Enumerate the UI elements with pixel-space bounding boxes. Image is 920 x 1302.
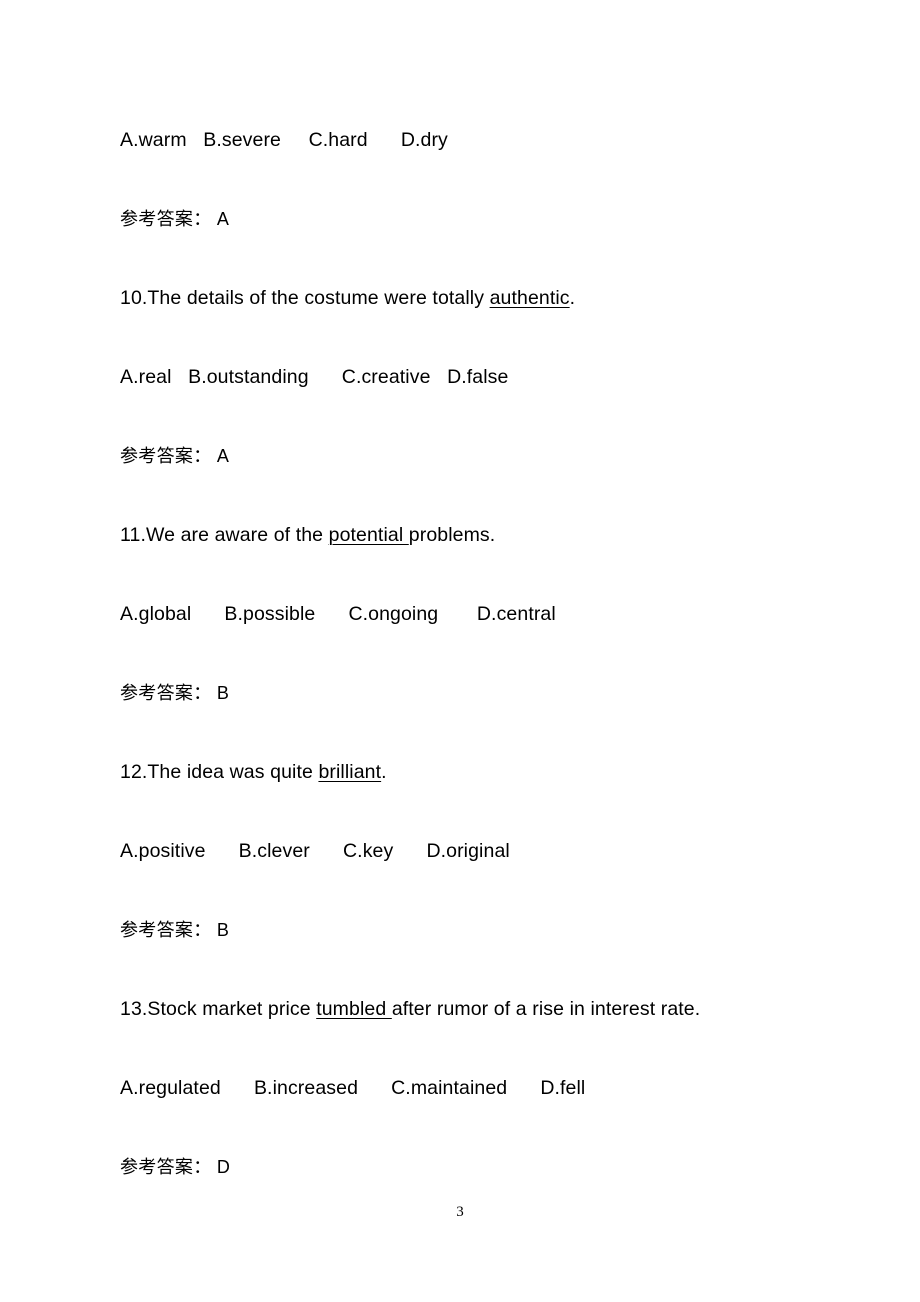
q13-answer: 参考答案： D bbox=[120, 1154, 230, 1180]
page-number: 3 bbox=[456, 1204, 464, 1220]
document-page: A.warm B.severe C.hard D.dry 参考答案： A 10.Th… bbox=[0, 0, 920, 1302]
option-list-text: A.warm B.severe C.hard D.dry bbox=[120, 129, 448, 151]
q12-answer: 参考答案： B bbox=[120, 917, 229, 943]
question-text-after: problems. bbox=[408, 524, 496, 546]
question-number: 10. bbox=[120, 287, 148, 309]
q11-stem: 11.We are aware of the potential problem… bbox=[120, 522, 495, 548]
answer-value: B bbox=[216, 683, 230, 703]
q12-stem: 12.The idea was quite brilliant. bbox=[120, 759, 387, 785]
underlined-target-word: authentic bbox=[489, 287, 570, 309]
question-text-before: Stock market price bbox=[147, 998, 317, 1020]
option-list-text: A.positive B.clever C.key D.original bbox=[120, 840, 510, 862]
answer-value: D bbox=[216, 1157, 231, 1177]
question-number: 13. bbox=[120, 998, 148, 1020]
q12-options: A.positive B.clever C.key D.original bbox=[120, 838, 510, 864]
q13-stem: 13.Stock market price tumbled after rumo… bbox=[120, 996, 700, 1022]
question-number: 12. bbox=[120, 761, 148, 783]
question-text-after: . bbox=[381, 761, 387, 783]
answer-label: 参考答案： bbox=[120, 209, 212, 229]
answer-label: 参考答案： bbox=[120, 446, 212, 466]
question-number: 11. bbox=[120, 524, 146, 546]
question-text-after: . bbox=[569, 287, 576, 309]
q10-options: A.real B.outstanding C.creative D.false bbox=[120, 364, 508, 390]
option-list-text: A.regulated B.increased C.maintained D.f… bbox=[120, 1077, 586, 1099]
q10-answer: 参考答案： A bbox=[120, 443, 229, 469]
option-list-text: A.real B.outstanding C.creative D.false bbox=[120, 366, 509, 388]
answer-value: B bbox=[216, 920, 230, 940]
underlined-target-word: brilliant bbox=[318, 761, 382, 783]
question-text-before: We are aware of the bbox=[145, 524, 329, 546]
q10-stem: 10.The details of the costume were total… bbox=[120, 285, 575, 311]
question-text-after: after rumor of a rise in interest rate. bbox=[391, 998, 701, 1020]
answer-value: A bbox=[216, 209, 230, 229]
q13-options: A.regulated B.increased C.maintained D.f… bbox=[120, 1075, 585, 1101]
question-text-before: The idea was quite bbox=[147, 761, 319, 783]
option-list-text: A.global B.possible C.ongoing D.central bbox=[120, 603, 556, 625]
q11-options: A.global B.possible C.ongoing D.central bbox=[120, 601, 556, 627]
q11-answer: 参考答案： B bbox=[120, 680, 229, 706]
underlined-target-word: tumbled bbox=[316, 998, 392, 1020]
answer-label: 参考答案： bbox=[120, 920, 212, 940]
question-text-before: The details of the costume were totally bbox=[147, 287, 490, 309]
answer-value: A bbox=[216, 446, 230, 466]
document-body: A.warm B.severe C.hard D.dry 参考答案： A 10.Th… bbox=[120, 0, 820, 1302]
q9-options: A.warm B.severe C.hard D.dry bbox=[120, 127, 448, 153]
answer-label: 参考答案： bbox=[120, 1157, 212, 1177]
q9-answer: 参考答案： A bbox=[120, 206, 229, 232]
underlined-target-word: potential bbox=[328, 524, 409, 546]
answer-label: 参考答案： bbox=[120, 683, 212, 703]
